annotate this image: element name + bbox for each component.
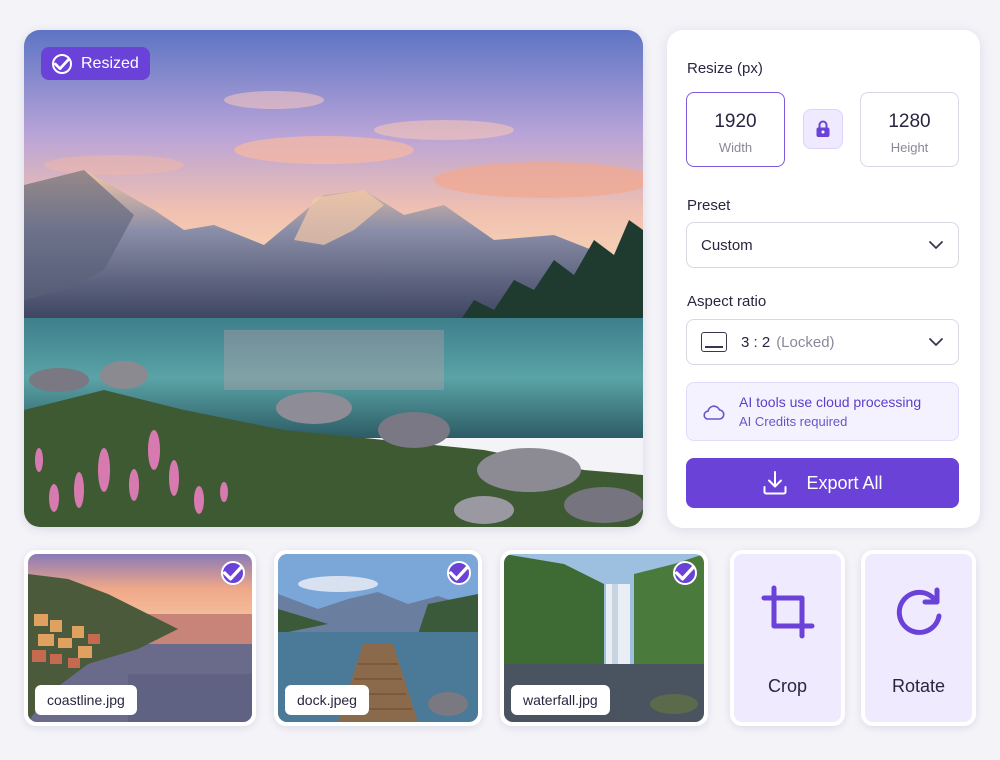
image-preview[interactable]: Resized	[24, 30, 643, 527]
check-circle-icon	[52, 53, 72, 74]
resized-badge-label: Resized	[81, 54, 139, 72]
aspect-lock-toggle[interactable]	[803, 109, 843, 149]
thumbnail-dock[interactable]: dock.jpeg	[274, 550, 482, 726]
download-icon	[763, 471, 787, 495]
ai-cloud-info-banner: AI tools use cloud processing AI Credits…	[686, 382, 959, 441]
resize-settings-panel: Resize (px) 1920 Width 1280 Height Prese…	[667, 30, 980, 528]
height-input[interactable]: 1280 Height	[860, 92, 959, 167]
info-line-cloud-processing: AI tools use cloud processing	[739, 394, 922, 410]
width-caption: Width	[718, 140, 753, 155]
cloud-icon	[703, 404, 725, 420]
height-value: 1280	[888, 111, 931, 132]
resize-section-label: Resize (px)	[687, 60, 763, 77]
selected-check-icon[interactable]	[221, 561, 245, 585]
info-line-ai-credits: AI Credits required	[739, 414, 848, 429]
crop-tool-button[interactable]: Crop	[730, 550, 845, 726]
width-value: 1920	[714, 111, 757, 132]
thumbnail-filename: dock.jpeg	[285, 685, 369, 715]
preset-dropdown[interactable]: Custom	[686, 222, 959, 268]
rotate-icon	[896, 587, 941, 635]
thumbnail-filename: coastline.jpg	[35, 685, 137, 715]
aspect-ratio-value: 3 : 2	[741, 333, 771, 351]
thumbnail-coastline[interactable]: coastline.jpg	[24, 550, 256, 726]
aspect-ratio-dropdown[interactable]: 3 : 2 (Locked)	[686, 319, 959, 365]
selected-check-icon[interactable]	[673, 561, 697, 585]
export-all-button[interactable]: Export All	[686, 458, 959, 508]
selected-check-icon[interactable]	[447, 561, 471, 585]
resized-status-badge: Resized	[41, 47, 150, 80]
aspect-ratio-label: Aspect ratio	[687, 293, 767, 310]
lock-icon	[816, 120, 830, 137]
aspect-ratio-lock-note: (Locked)	[776, 333, 835, 351]
export-all-label: Export All	[806, 472, 883, 493]
preset-selected-value: Custom	[701, 236, 753, 254]
crop-label: Crop	[767, 676, 807, 696]
preview-landscape-image	[24, 30, 643, 527]
aspect-ratio-icon	[701, 332, 727, 352]
rotate-tool-button[interactable]: Rotate	[861, 550, 976, 726]
chevron-down-icon	[929, 241, 943, 249]
chevron-down-icon	[929, 338, 943, 346]
preset-label: Preset	[687, 197, 731, 214]
width-input[interactable]: 1920 Width	[686, 92, 785, 167]
thumbnail-waterfall[interactable]: waterfall.jpg	[500, 550, 708, 726]
rotate-label: Rotate	[891, 676, 946, 696]
height-caption: Height	[890, 140, 929, 155]
thumbnail-filename: waterfall.jpg	[511, 685, 610, 715]
crop-icon	[761, 585, 814, 639]
